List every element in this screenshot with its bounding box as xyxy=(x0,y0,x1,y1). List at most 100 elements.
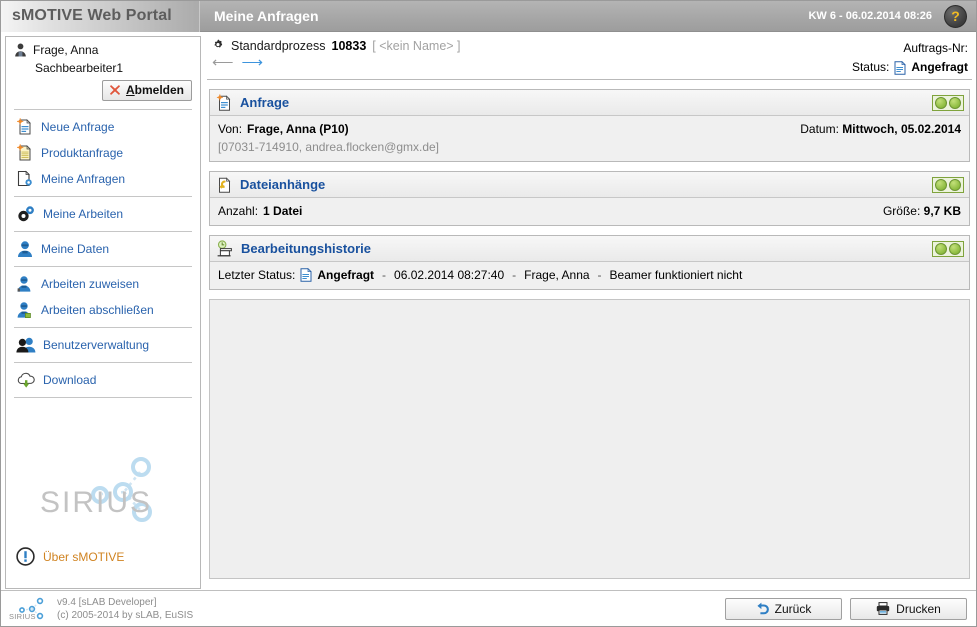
sidebar-item-label: Meine Daten xyxy=(41,242,110,256)
version-line: v9.4 [sLAB Developer] xyxy=(57,596,157,608)
print-button-label: Drucken xyxy=(896,601,941,616)
status-row: Status: Angefragt xyxy=(852,58,968,77)
panel-anfrage-toggle[interactable] xyxy=(932,94,964,111)
divider xyxy=(14,231,192,232)
info-exclamation-icon xyxy=(16,547,35,566)
logout-button[interactable]: Abmelden xyxy=(101,80,192,101)
size-value: 9,7 KB xyxy=(923,204,961,218)
version-info: v9.4 [sLAB Developer] (c) 2005-2014 by s… xyxy=(57,596,193,622)
panel-bearbeitungshistorie-title-group: Bearbeitungshistorie xyxy=(216,239,371,258)
person-icon xyxy=(14,43,27,57)
top-bar: sMOTIVE Web Portal Meine Anfragen KW 6 -… xyxy=(1,0,976,32)
green-dot-icon xyxy=(935,178,947,191)
separator: - xyxy=(382,268,387,282)
panel-anfrage-header[interactable]: Anfrage xyxy=(210,90,969,116)
sidebar-item-label: Arbeiten zuweisen xyxy=(41,277,140,291)
logout-accel: A xyxy=(125,83,135,97)
sidebar-nav: Neue Anfrage Produktanfrage Meine Anfrag… xyxy=(6,114,200,398)
sidebar-item-label: Produktanfrage xyxy=(41,146,124,160)
footer: SIRIUS v9.4 [sLAB Developer] (c) 2005-20… xyxy=(1,590,976,626)
sidebar-item-benutzerverwaltung[interactable]: Benutzerverwaltung xyxy=(6,332,200,358)
user-role: Sachbearbeiter1 xyxy=(35,61,124,75)
panel-anfrage: Anfrage Von: Frage, Anna (P10) Datum: Mi… xyxy=(209,89,970,162)
next-arrow-icon[interactable]: ⟶ xyxy=(242,55,264,70)
help-icon[interactable]: ? xyxy=(944,4,967,28)
auftrags-nr-row: Auftrags-Nr: xyxy=(852,39,968,58)
sidebar-item-label: Meine Arbeiten xyxy=(43,207,124,221)
sidebar-item-label: Benutzerverwaltung xyxy=(43,338,150,352)
main-content: Standardprozess 10833 [ <kein Name> ] ⟵ … xyxy=(207,36,972,589)
print-button[interactable]: Drucken xyxy=(850,597,967,620)
sidebar-item-meine-arbeiten[interactable]: Meine Arbeiten xyxy=(6,201,200,227)
logout-label-rest: bmelden xyxy=(134,83,184,97)
sidebar: Frage, Anna Sachbearbeiter1 Abmelden Neu… xyxy=(5,36,201,589)
size-label: Größe: xyxy=(882,204,921,218)
sidebar-item-download[interactable]: Download xyxy=(6,367,200,393)
panel-bearbeitungshistorie-body: Letzter Status: Angefragt - 06.02.2014 0… xyxy=(210,262,969,289)
gear-icon xyxy=(211,39,225,53)
sidebar-item-produktanfrage[interactable]: Produktanfrage xyxy=(6,140,200,166)
process-number: 10833 xyxy=(331,39,367,53)
anfrage-contact: [07031-714910, andrea.flocken@gmx.de] xyxy=(218,140,439,154)
history-timestamp: 06.02.2014 08:27:40 xyxy=(394,268,505,282)
about-smotive-link[interactable]: Über sMOTIVE xyxy=(16,547,124,566)
panel-bearbeitungshistorie: Bearbeitungshistorie Letzter Status: Ang… xyxy=(209,235,970,290)
printer-icon xyxy=(876,602,890,615)
anfrage-date-group: Datum: Mittwoch, 05.02.2014 xyxy=(800,122,961,136)
panel-bearbeitungshistorie-toggle[interactable] xyxy=(932,240,964,257)
divider xyxy=(14,397,192,398)
brand-area: sMOTIVE Web Portal xyxy=(1,0,200,32)
copyright-line: (c) 2005-2014 by sLAB, EuSIS xyxy=(57,609,194,621)
auftrags-nr-label: Auftrags-Nr: xyxy=(903,41,968,55)
svg-text:SIRIUS: SIRIUS xyxy=(9,612,36,621)
sidebar-item-label: Neue Anfrage xyxy=(41,120,115,134)
sirius-small-logo-icon: SIRIUS xyxy=(9,597,49,621)
panel-dateianhaenge-title-group: Dateianhänge xyxy=(216,176,325,194)
sirius-wordmark: SIRIUS xyxy=(40,486,153,519)
process-header: Standardprozess 10833 [ <kein Name> ] ⟵ … xyxy=(207,36,972,80)
from-value: Frage, Anna (P10) xyxy=(247,122,349,136)
user-name: Frage, Anna xyxy=(33,43,99,57)
previous-arrow-icon[interactable]: ⟵ xyxy=(212,55,234,70)
status-badge: Angefragt xyxy=(911,60,968,74)
status-label: Status: xyxy=(851,60,890,74)
footer-actions: Zurück Drucken xyxy=(725,597,976,620)
app-brand: sMOTIVE Web Portal xyxy=(12,7,172,24)
page-title: Meine Anfragen xyxy=(214,8,319,24)
divider xyxy=(14,109,192,110)
count-value: 1 Datei xyxy=(263,204,303,218)
new-document-icon xyxy=(16,118,34,136)
panel-anfrage-title-group: Anfrage xyxy=(216,93,289,112)
history-comment: Beamer funktioniert nicht xyxy=(609,268,743,282)
sidebar-item-neue-anfrage[interactable]: Neue Anfrage xyxy=(6,114,200,140)
my-requests-icon xyxy=(16,170,34,188)
product-request-icon xyxy=(16,144,34,162)
sidebar-item-meine-daten[interactable]: Meine Daten xyxy=(6,236,200,262)
divider xyxy=(14,327,192,328)
panel-dateianhaenge-title: Dateianhänge xyxy=(240,177,326,192)
panel-dateianhaenge-toggle[interactable] xyxy=(932,176,964,193)
from-label: Von: xyxy=(218,122,243,136)
last-status-label: Letzter Status: xyxy=(218,268,296,282)
back-button[interactable]: Zurück xyxy=(725,597,842,620)
sidebar-item-arbeiten-zuweisen[interactable]: Arbeiten zuweisen xyxy=(6,271,200,297)
sidebar-item-meine-anfragen[interactable]: Meine Anfragen xyxy=(6,166,200,192)
cloud-download-icon xyxy=(16,371,36,389)
sidebar-item-label: Download xyxy=(43,373,97,387)
sidebar-item-arbeiten-abschliessen[interactable]: Arbeiten abschließen xyxy=(6,297,200,323)
gears-icon xyxy=(16,205,36,223)
panel-dateianhaenge-body: Anzahl: 1 Datei Größe: 9,7 KB xyxy=(210,198,969,225)
anfrage-from-row: Von: Frage, Anna (P10) Datum: Mittwoch, … xyxy=(218,122,961,136)
user-block: Frage, Anna Sachbearbeiter1 Abmelden xyxy=(6,37,200,105)
green-dot-icon xyxy=(935,96,947,109)
divider xyxy=(14,362,192,363)
attachment-document-icon xyxy=(216,176,233,194)
logout-row: Abmelden xyxy=(14,80,192,101)
process-meta: Auftrags-Nr: Status: Angefragt xyxy=(852,39,968,77)
count-label: Anzahl: xyxy=(218,204,259,218)
panel-bearbeitungshistorie-header[interactable]: Bearbeitungshistorie xyxy=(210,236,969,262)
green-dot-icon xyxy=(949,96,961,109)
sidebar-item-label: Arbeiten abschließen xyxy=(41,303,154,317)
application-window: sMOTIVE Web Portal Meine Anfragen KW 6 -… xyxy=(0,0,977,627)
panel-dateianhaenge-header[interactable]: Dateianhänge xyxy=(210,172,969,198)
